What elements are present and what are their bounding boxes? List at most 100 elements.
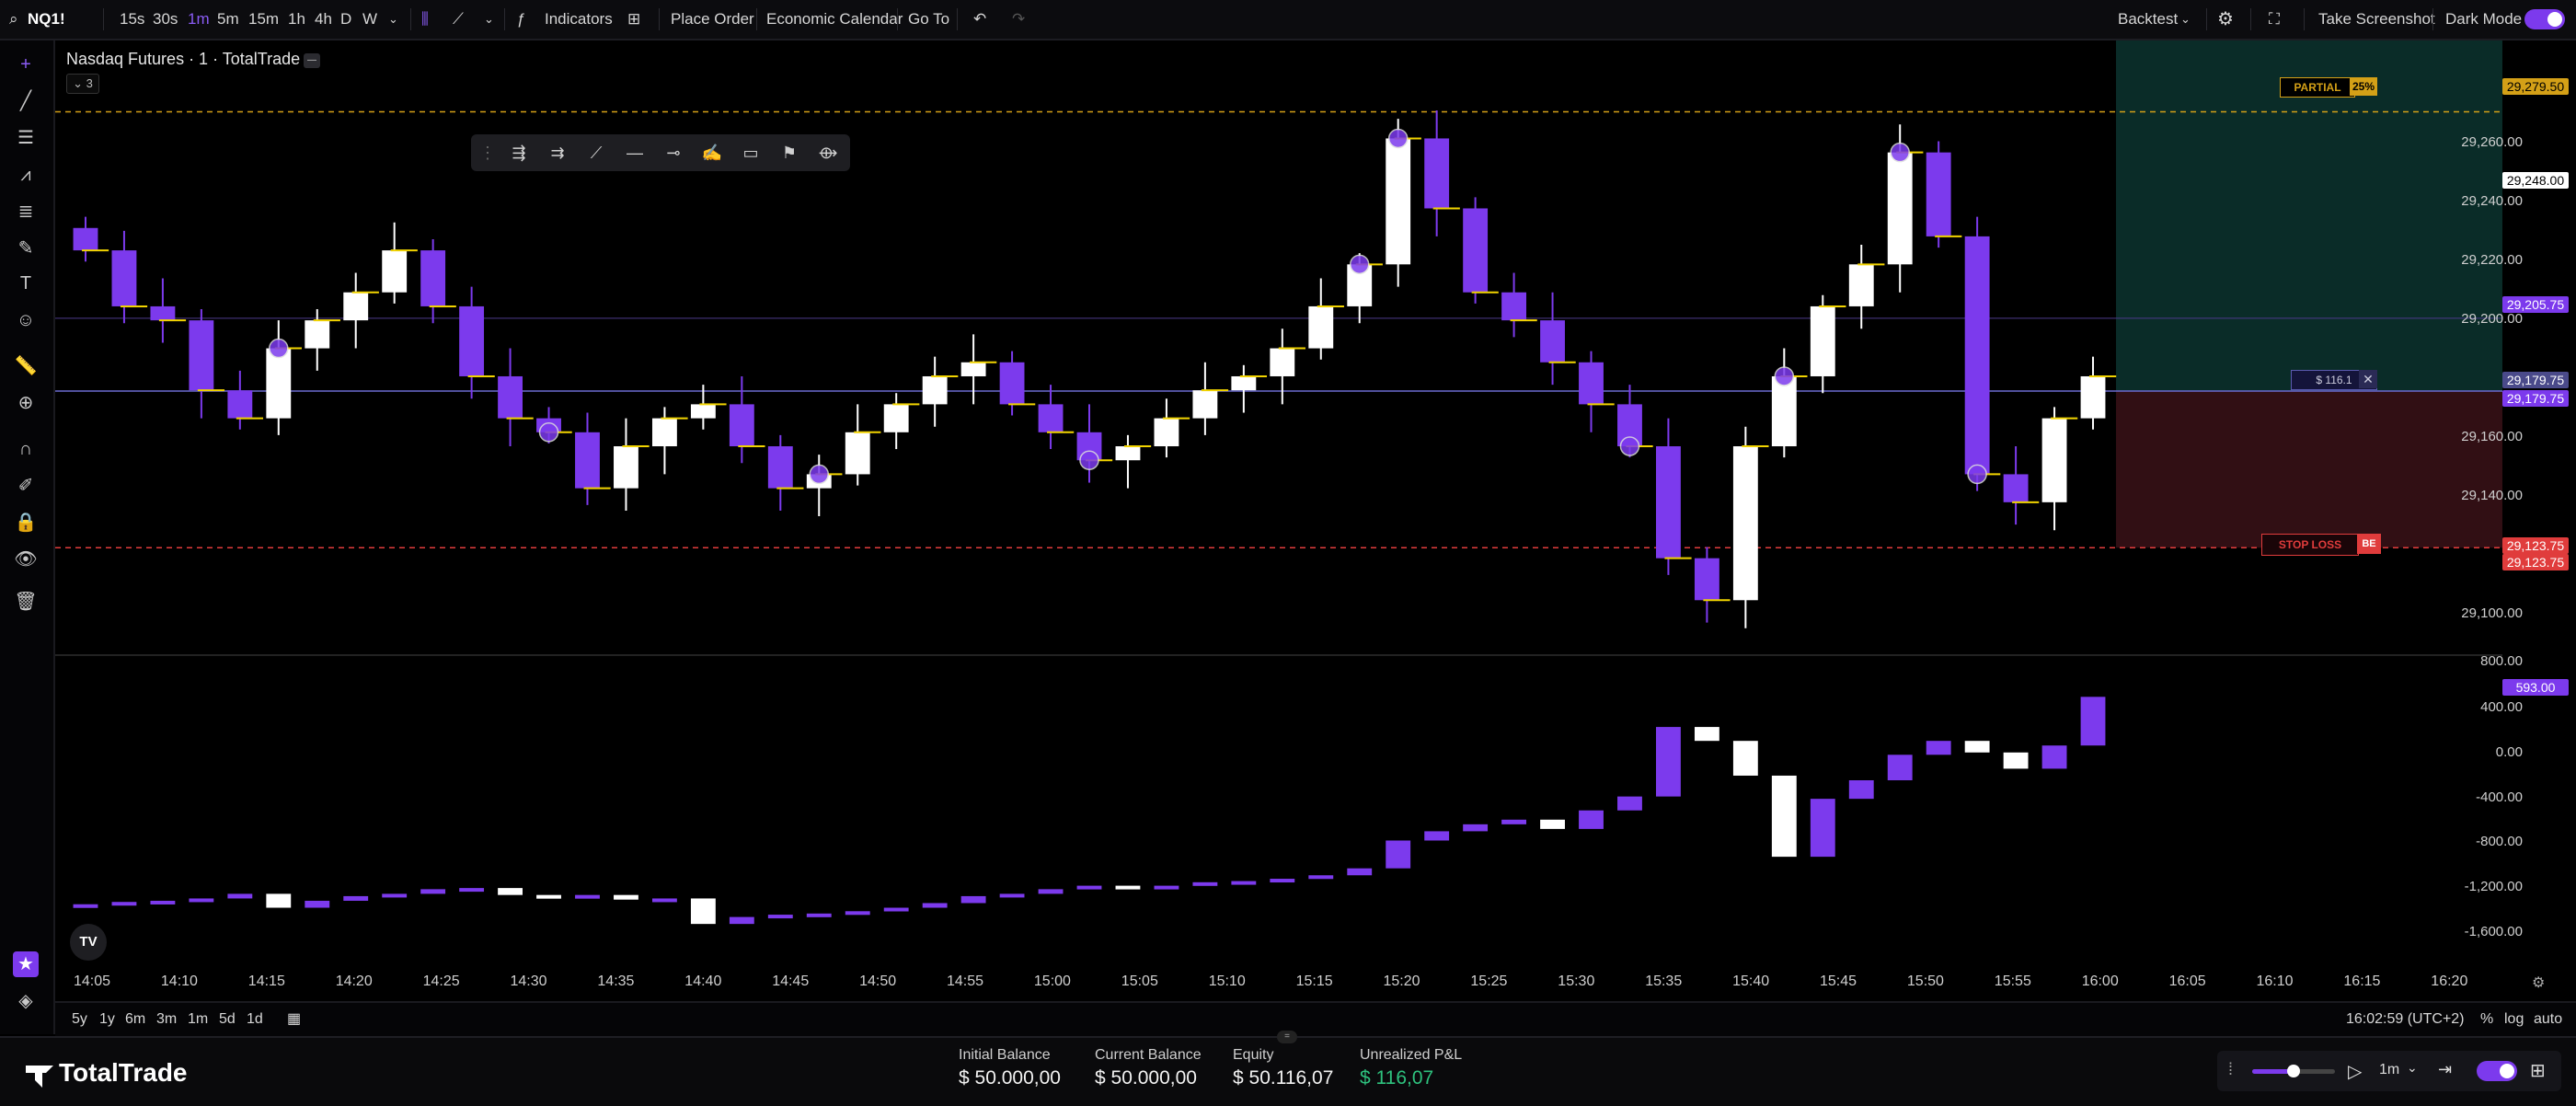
lock-icon[interactable]: 🔒	[13, 510, 39, 536]
symbol-search-icon[interactable]: ⌕	[9, 0, 18, 39]
trade-marker	[1387, 128, 1409, 149]
horizontal-lines-icon[interactable]: ☰	[13, 125, 39, 151]
timeframe-dropdown-icon[interactable]: ⌄	[388, 0, 398, 39]
pencil-lock-icon[interactable]: ✐	[13, 473, 39, 499]
long-position-icon[interactable]: ⇶	[506, 140, 532, 166]
brush-tool-icon[interactable]: ✍	[699, 140, 725, 166]
range-6m[interactable]: 6m	[125, 1003, 145, 1036]
timeframe-30s[interactable]: 30s	[153, 0, 178, 39]
screenshot-button[interactable]: Take Screenshot	[2318, 0, 2435, 39]
undo-icon[interactable]: ↶	[973, 0, 986, 39]
range-1m[interactable]: 1m	[188, 1003, 208, 1036]
timeframe-1m[interactable]: 1m	[188, 0, 210, 39]
goto-button[interactable]: Go To	[908, 0, 949, 39]
chart-type-dropdown-icon[interactable]: ⌄	[484, 0, 494, 39]
timeframe-w[interactable]: W	[362, 0, 377, 39]
timeframe-5m[interactable]: 5m	[217, 0, 239, 39]
flag-tool-icon[interactable]: ⚑	[776, 140, 802, 166]
redo-icon[interactable]: ↷	[1012, 0, 1025, 39]
break-even-button[interactable]: BE	[2357, 534, 2381, 554]
time-axis-settings-icon[interactable]: ⚙	[2532, 974, 2545, 992]
partial-percent[interactable]: 25%	[2350, 77, 2377, 96]
measure-tool-icon[interactable]: ⟴	[815, 140, 841, 166]
range-5d[interactable]: 5d	[219, 1003, 236, 1036]
close-position-icon[interactable]: ✕	[2359, 370, 2377, 388]
symbol-label[interactable]: NQ1!	[28, 0, 65, 39]
range-1y[interactable]: 1y	[99, 1003, 115, 1036]
backtest-button[interactable]: Backtest	[2118, 0, 2178, 39]
calendar-range-icon[interactable]: ▦	[287, 1003, 301, 1036]
candle-body	[1810, 305, 1835, 376]
price-axis-label: 29,140.00	[2461, 488, 2523, 503]
play-icon[interactable]: ▷	[2348, 1060, 2362, 1083]
favorites-star-icon[interactable]: ★	[13, 951, 39, 977]
candle-body	[1887, 152, 1913, 265]
short-position-icon[interactable]: ⇉	[545, 140, 570, 166]
indicator-bar	[266, 893, 292, 908]
percent-scale-toggle[interactable]: %	[2480, 1003, 2493, 1036]
crosshair-icon[interactable]: +	[13, 52, 39, 77]
indicators-button[interactable]: Indicators	[545, 0, 613, 39]
log-scale-toggle[interactable]: log	[2504, 1003, 2524, 1036]
hline-tool-icon[interactable]: —	[622, 140, 648, 166]
partial-label[interactable]: PARTIAL	[2280, 77, 2355, 98]
replay-toggle[interactable]	[2477, 1061, 2517, 1081]
timeframe-1h[interactable]: 1h	[288, 0, 305, 39]
tradingview-logo-icon[interactable]: TV	[70, 924, 107, 961]
pattern-icon[interactable]: ⩘	[13, 162, 39, 188]
speed-label[interactable]: 1m	[2379, 1062, 2399, 1078]
candle-body	[1192, 390, 1218, 419]
line-tool-icon[interactable]: ⟋	[583, 140, 609, 166]
indicator-bar	[845, 911, 870, 916]
settings-gear-icon[interactable]: ⚙	[2217, 0, 2234, 39]
eye-icon[interactable]: 👁	[13, 547, 39, 572]
timeframe-15s[interactable]: 15s	[120, 0, 144, 39]
magnet-icon[interactable]: ∩	[13, 436, 39, 462]
legend-minimize-icon[interactable]: —	[304, 53, 320, 68]
auto-scale-toggle[interactable]: auto	[2534, 1003, 2562, 1036]
speed-slider[interactable]	[2252, 1065, 2335, 1077]
place-order-button[interactable]: Place Order	[671, 0, 754, 39]
emoji-icon[interactable]: ☺	[13, 307, 39, 333]
candle-type-icon[interactable]: ⫼	[421, 0, 429, 39]
floating-drawing-toolbar: ⋮ ⇶ ⇉ ⟋ — ⊸ ✍ ▭ ⚑ ⟴	[471, 134, 850, 171]
layout-icon[interactable]: ⊞	[2530, 1059, 2546, 1082]
layers-icon[interactable]: ◈	[13, 988, 39, 1014]
backtest-dropdown-icon[interactable]: ⌄	[2180, 0, 2191, 39]
darkmode-toggle[interactable]	[2524, 9, 2565, 29]
stop-loss-label[interactable]: STOP LOSS	[2261, 534, 2359, 556]
fx-indicator-icon[interactable]: ƒ	[517, 0, 525, 39]
range-1d[interactable]: 1d	[247, 1003, 263, 1036]
indicator-bar	[1076, 885, 1102, 890]
brush-icon[interactable]: ✎	[13, 236, 39, 261]
speed-dropdown-icon[interactable]: ⌄	[2407, 1060, 2418, 1076]
hray-tool-icon[interactable]: ⊸	[661, 140, 686, 166]
layout-grid-icon[interactable]: ⊞	[627, 0, 640, 39]
fullscreen-icon[interactable]: ⛶	[2269, 0, 2280, 39]
footer-collapse-handle[interactable]: =	[1277, 1031, 1297, 1043]
trash-icon[interactable]: 🗑	[13, 589, 39, 615]
trendline-icon[interactable]: ╱	[13, 88, 39, 114]
player-drag-icon[interactable]: ⁞	[2228, 1060, 2233, 1079]
ruler-icon[interactable]: 📏	[13, 353, 39, 379]
line-chart-icon[interactable]: ⟋	[453, 0, 464, 39]
range-3m[interactable]: 3m	[156, 1003, 177, 1036]
indicator-bar	[343, 895, 369, 901]
candle-body	[266, 348, 292, 419]
timeframe-15m[interactable]: 15m	[248, 0, 279, 39]
clock-label[interactable]: 16:02:59 (UTC+2)	[2346, 1003, 2465, 1036]
economic-calendar-button[interactable]: Economic Calendar	[766, 0, 903, 39]
zoom-in-icon[interactable]: ⊕	[13, 390, 39, 416]
price-chart[interactable]	[55, 40, 2502, 988]
text-tool-icon[interactable]: T	[13, 271, 39, 296]
indicator-bar	[498, 888, 523, 895]
drag-handle-icon[interactable]: ⋮	[475, 140, 500, 166]
timeframe-d[interactable]: D	[340, 0, 351, 39]
fib-icon[interactable]: ≣	[13, 199, 39, 225]
indicator-bar	[1501, 819, 1527, 824]
range-5y[interactable]: 5y	[72, 1003, 87, 1036]
step-forward-icon[interactable]: ⇥	[2438, 1060, 2452, 1079]
rectangle-tool-icon[interactable]: ▭	[738, 140, 764, 166]
timeframe-4h[interactable]: 4h	[315, 0, 332, 39]
collapse-indicators-button[interactable]: ⌄ 3	[66, 74, 99, 94]
